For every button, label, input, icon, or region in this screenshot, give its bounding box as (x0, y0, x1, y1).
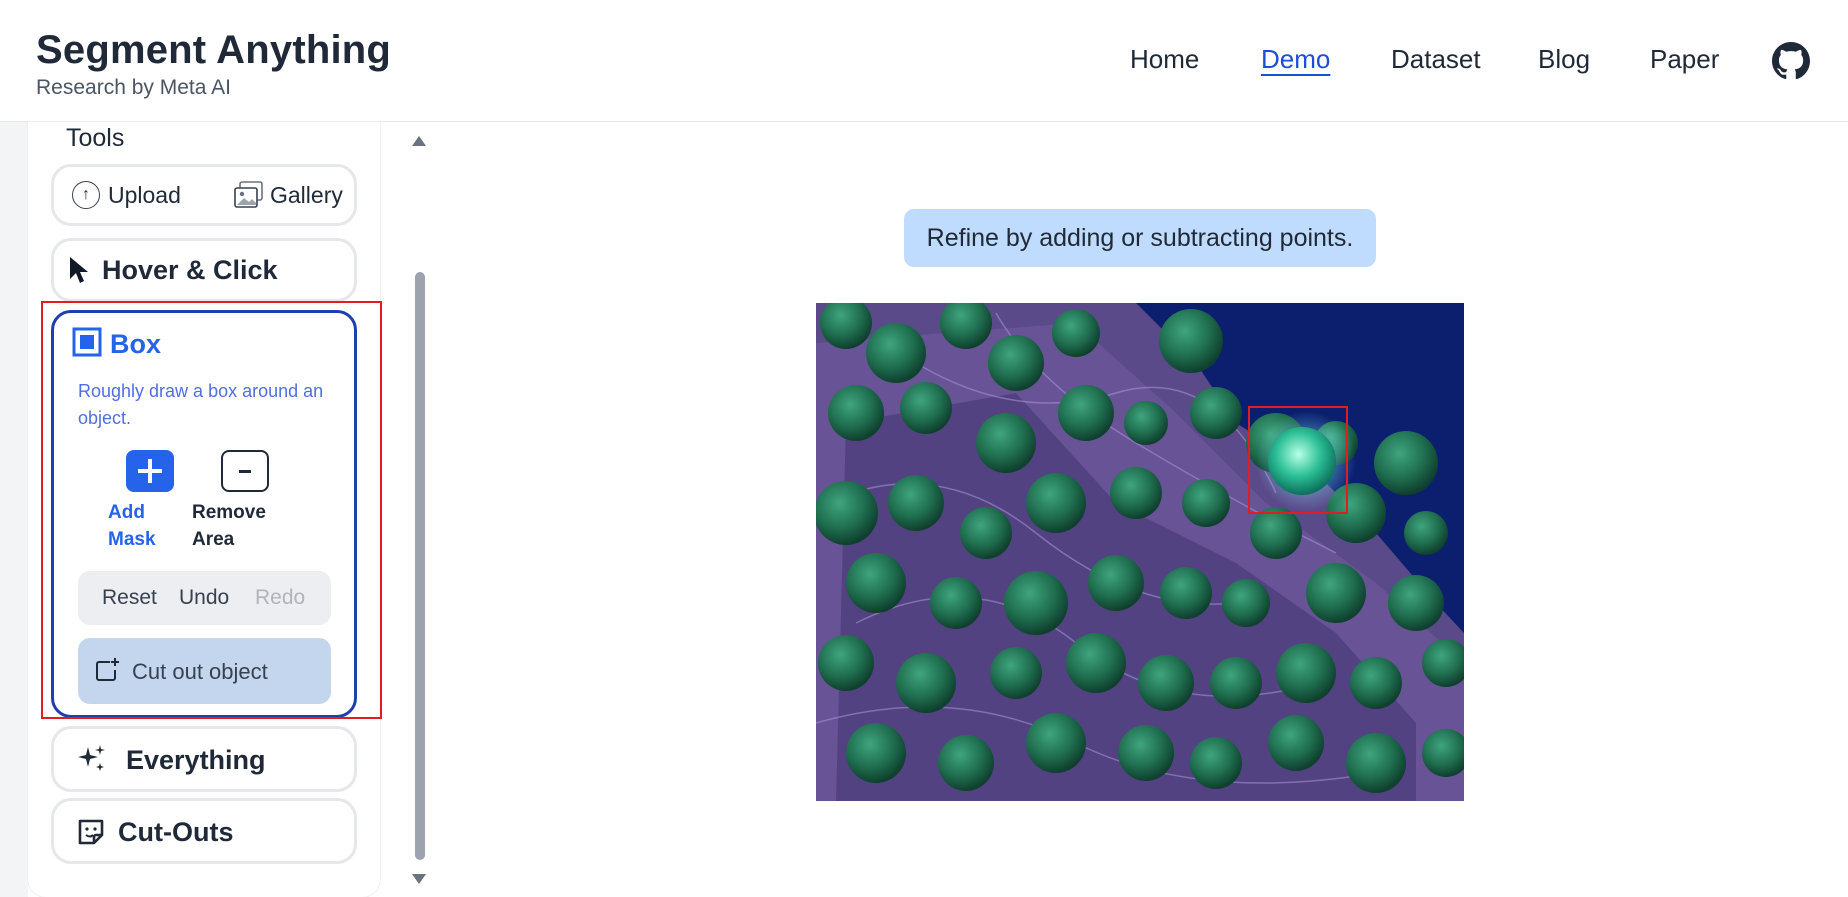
left-gutter (0, 122, 28, 897)
sticker-icon (78, 819, 104, 845)
instruction-tooltip: Refine by adding or subtracting points. (904, 209, 1376, 267)
scrollbar-thumb[interactable] (415, 272, 425, 860)
hover-click-label: Hover & Click (102, 255, 278, 285)
gallery-icon (234, 181, 263, 208)
selection-box[interactable] (1248, 406, 1348, 514)
tools-heading: Tools (66, 124, 125, 152)
nav-demo[interactable]: Demo (1261, 44, 1330, 75)
cells-image (816, 303, 1464, 801)
hover-click-tool[interactable]: Hover & Click (51, 238, 357, 302)
segmentation-canvas[interactable] (816, 303, 1464, 801)
box-tool-highlight (41, 301, 382, 719)
nav-paper[interactable]: Paper (1650, 44, 1719, 75)
everything-tool[interactable]: Everything (51, 726, 357, 792)
site-title[interactable]: Segment Anything (36, 28, 391, 73)
upload-gallery-row: ↑ Upload Gallery (51, 164, 357, 226)
nav-blog[interactable]: Blog (1538, 44, 1590, 75)
nav-dataset[interactable]: Dataset (1391, 44, 1481, 75)
gallery-button[interactable]: Gallery (234, 181, 343, 209)
scroll-down-arrow-icon[interactable] (412, 874, 426, 884)
cursor-icon (70, 257, 88, 283)
upload-label: Upload (108, 181, 181, 208)
cut-outs-label: Cut-Outs (118, 817, 234, 847)
gallery-label: Gallery (270, 181, 343, 208)
top-header: Segment Anything Research by Meta AI Hom… (0, 0, 1848, 122)
sparkles-icon (78, 745, 105, 771)
cut-outs-tool[interactable]: Cut-Outs (51, 798, 357, 864)
upload-icon: ↑ (72, 181, 100, 209)
everything-label: Everything (126, 745, 266, 775)
nav-home[interactable]: Home (1130, 44, 1199, 75)
site-subtitle: Research by Meta AI (36, 76, 231, 99)
upload-button[interactable]: ↑ Upload (72, 181, 181, 209)
scroll-up-arrow-icon[interactable] (412, 136, 426, 146)
github-icon[interactable] (1772, 42, 1810, 80)
